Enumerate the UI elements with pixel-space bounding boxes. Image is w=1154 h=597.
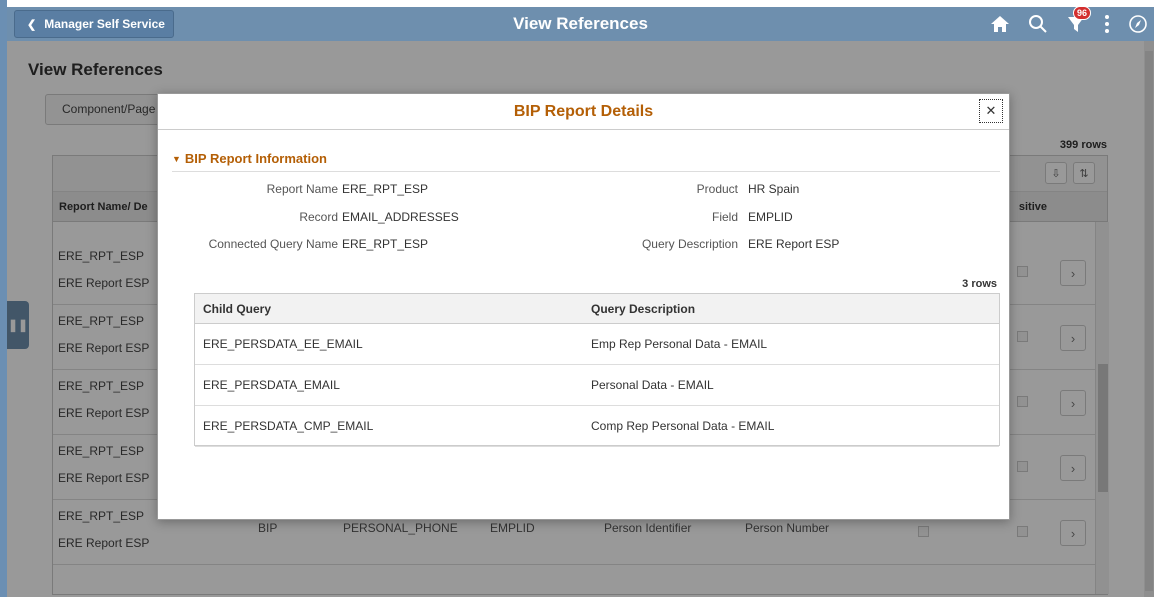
report-name-value: ERE_RPT_ESP xyxy=(342,182,429,196)
home-icon[interactable] xyxy=(990,15,1010,33)
query-description-label: Query Description xyxy=(641,237,738,251)
child-grid-header: Child Query Query Description xyxy=(195,294,999,324)
section-toggle[interactable]: ▼ BIP Report Information xyxy=(172,151,327,166)
connected-query-label: Connected Query Name xyxy=(208,237,338,251)
table-row: ERE_PERSDATA_EMAIL Personal Data - EMAIL xyxy=(195,365,999,406)
back-button[interactable]: ❮ Manager Self Service xyxy=(14,10,174,38)
product-label: Product xyxy=(696,182,738,196)
section-title: BIP Report Information xyxy=(184,151,327,166)
banner-icons: 96 xyxy=(972,6,1148,41)
child-query-desc: Personal Data - EMAIL xyxy=(591,378,714,392)
table-row: ERE_PERSDATA_CMP_EMAIL Comp Rep Personal… xyxy=(195,406,999,447)
close-button[interactable]: ✕ xyxy=(979,99,1003,123)
notifications-icon[interactable]: 96 xyxy=(1066,6,1092,34)
child-query-name: ERE_PERSDATA_CMP_EMAIL xyxy=(203,419,374,433)
left-edge-bar xyxy=(0,0,7,597)
collapse-triangle-icon: ▼ xyxy=(172,153,181,164)
back-button-label: Manager Self Service xyxy=(44,17,165,31)
bip-report-details-modal: BIP Report Details ✕ ▼ BIP Report Inform… xyxy=(157,93,1010,520)
product-value: HR Spain xyxy=(748,182,800,196)
child-query-name: ERE_PERSDATA_EE_EMAIL xyxy=(203,337,363,351)
record-value: EMAIL_ADDRESSES xyxy=(342,210,459,224)
notification-badge: 96 xyxy=(1073,6,1092,20)
top-banner: ❮ Manager Self Service View References 9… xyxy=(7,6,1154,41)
actions-menu-icon[interactable] xyxy=(1104,14,1110,34)
chevron-left-icon: ❮ xyxy=(27,18,37,31)
close-icon: ✕ xyxy=(985,103,997,118)
search-icon[interactable] xyxy=(1028,14,1048,34)
header-query-description: Query Description xyxy=(591,302,696,316)
query-description-value: ERE Report ESP xyxy=(748,237,840,251)
section-divider xyxy=(172,171,1000,172)
child-query-name: ERE_PERSDATA_EMAIL xyxy=(203,378,340,392)
modal-header: BIP Report Details ✕ xyxy=(158,94,1009,130)
record-label: Record xyxy=(299,210,338,224)
navbar-icon[interactable] xyxy=(1128,14,1148,34)
table-row: ERE_PERSDATA_EE_EMAIL Emp Rep Personal D… xyxy=(195,324,999,365)
child-rows-count: 3 rows xyxy=(962,278,997,290)
header-child-query: Child Query xyxy=(203,302,272,316)
app-frame: ❮ Manager Self Service View References 9… xyxy=(0,0,1154,597)
field-label: Field xyxy=(711,210,738,224)
modal-title: BIP Report Details xyxy=(513,103,654,120)
report-name-label: Report Name xyxy=(266,182,338,196)
connected-query-value: ERE_RPT_ESP xyxy=(342,237,429,251)
child-query-grid: Child Query Query Description ERE_PERSDA… xyxy=(194,293,1000,447)
child-query-desc: Emp Rep Personal Data - EMAIL xyxy=(591,337,768,351)
child-query-desc: Comp Rep Personal Data - EMAIL xyxy=(591,419,775,433)
field-value: EMPLID xyxy=(748,210,793,224)
